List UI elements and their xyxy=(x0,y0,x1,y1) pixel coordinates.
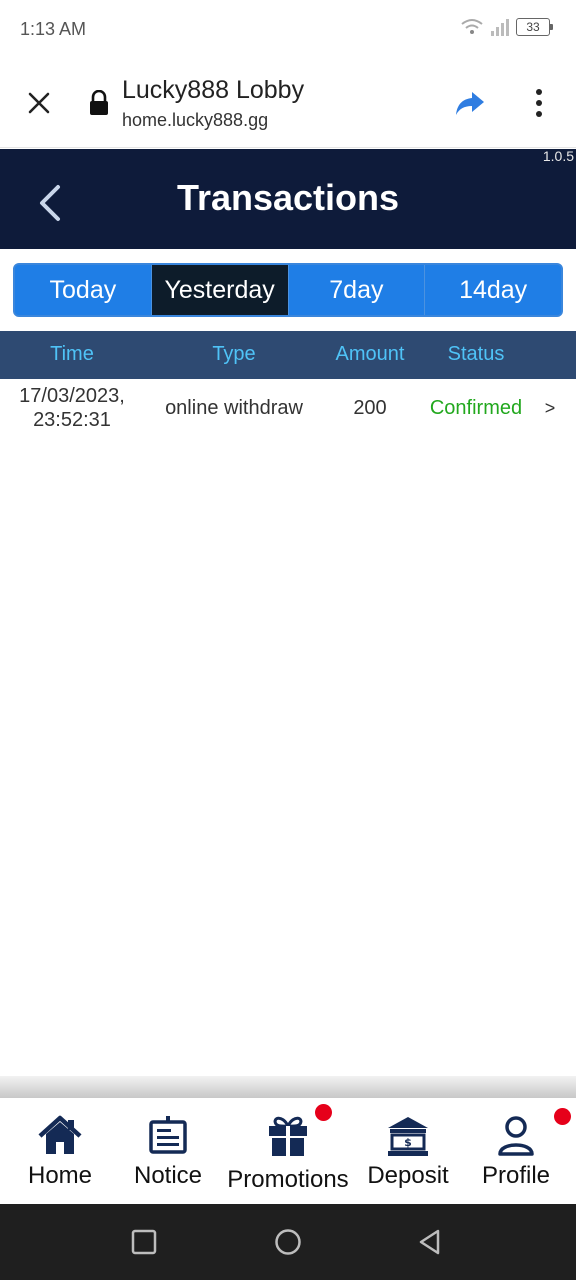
nav-label-notice: Notice xyxy=(133,1162,203,1189)
svg-text:$: $ xyxy=(404,1136,412,1149)
browser-page-title: Lucky888 Lobby xyxy=(122,76,305,104)
close-icon[interactable] xyxy=(22,86,56,120)
row-date: 17/03/2023, xyxy=(19,385,125,407)
nav-label-deposit: Deposit xyxy=(367,1162,449,1189)
wifi-icon xyxy=(461,19,483,34)
bank-icon: $ xyxy=(388,1117,428,1156)
row-type: online withdraw xyxy=(165,397,303,419)
back-triangle-icon[interactable] xyxy=(416,1228,444,1256)
tab-today[interactable]: Today xyxy=(15,265,152,315)
transactions-table-header: Time Type Amount Status xyxy=(0,331,576,379)
nav-item-notice[interactable]: Notice xyxy=(126,1098,210,1204)
bottom-nav: Home Notice Promotions $ Deposit Profile xyxy=(0,1098,576,1204)
nav-label-promotions: Promotions xyxy=(227,1166,349,1193)
status-time: 1:13 AM xyxy=(20,19,87,39)
date-range-tabs: Today Yesterday 7day 14day xyxy=(13,263,563,317)
tab-7day[interactable]: 7day xyxy=(288,265,426,315)
system-navigation-bar xyxy=(0,1204,576,1280)
browser-toolbar: Lucky888 Lobby home.lucky888.gg xyxy=(0,58,576,148)
page-title: Transactions xyxy=(176,177,400,218)
profile-badge xyxy=(554,1108,571,1125)
row-amount: 200 xyxy=(353,397,387,419)
browser-url[interactable]: home.lucky888.gg xyxy=(122,110,268,131)
user-icon xyxy=(498,1116,534,1156)
tab-yesterday[interactable]: Yesterday xyxy=(151,265,289,315)
row-time: 17/03/2023, 23:52:31 xyxy=(0,384,144,432)
row-clock: 23:52:31 xyxy=(33,409,111,431)
more-options-icon[interactable] xyxy=(524,86,554,120)
column-header-status: Status xyxy=(447,343,505,365)
home-icon xyxy=(38,1115,82,1154)
lock-icon xyxy=(90,90,108,115)
column-header-type: Type xyxy=(212,343,256,365)
nav-item-deposit[interactable]: $ Deposit xyxy=(362,1098,454,1204)
signal-icon xyxy=(491,19,509,36)
status-bar: 1:13 AM 33 xyxy=(0,0,576,58)
share-icon[interactable] xyxy=(452,86,488,120)
version-label: 1.0.5 xyxy=(542,148,574,164)
row-chevron-icon[interactable]: > xyxy=(538,398,562,419)
gift-icon xyxy=(269,1116,307,1156)
nav-item-promotions[interactable]: Promotions xyxy=(220,1098,356,1204)
battery-level: 33 xyxy=(526,20,540,34)
app-header: 1.0.5 Transactions xyxy=(0,148,576,249)
column-header-time: Time xyxy=(50,343,94,365)
nav-label-home: Home xyxy=(27,1162,93,1189)
nav-label-profile: Profile xyxy=(481,1162,551,1189)
nav-item-profile[interactable]: Profile xyxy=(474,1098,558,1204)
nav-item-home[interactable]: Home xyxy=(18,1098,102,1204)
status-icons: 33 xyxy=(460,17,553,37)
tab-14day[interactable]: 14day xyxy=(425,265,561,315)
promotions-badge xyxy=(315,1104,332,1121)
row-status: Confirmed xyxy=(429,397,523,419)
table-row[interactable]: 17/03/2023, 23:52:31 online withdraw 200… xyxy=(0,380,576,438)
home-circle-icon[interactable] xyxy=(274,1228,302,1256)
recent-apps-icon[interactable] xyxy=(130,1228,158,1256)
battery-icon: 33 xyxy=(516,18,553,36)
notice-icon xyxy=(149,1116,187,1154)
bottom-nav-shadow xyxy=(0,1076,576,1098)
column-header-amount: Amount xyxy=(335,343,405,365)
